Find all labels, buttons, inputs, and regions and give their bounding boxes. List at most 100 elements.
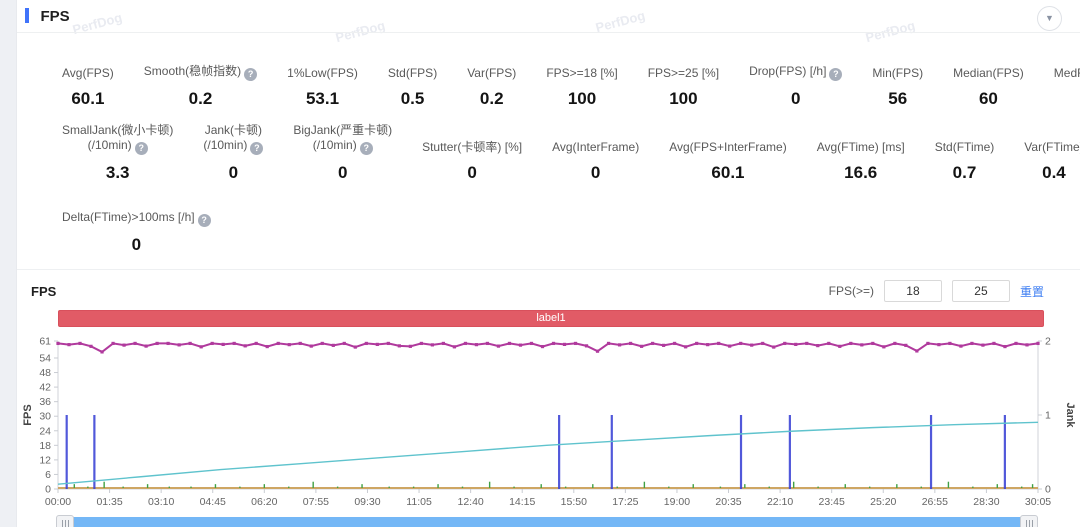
stat-label-line: Var(FPS) [467, 66, 517, 80]
collapse-button[interactable]: ▼ [1037, 6, 1062, 31]
stat-label-line: BigJank(严重卡顿) [293, 123, 393, 137]
y-right-tick: 0 [1045, 484, 1051, 496]
stat-label-line: Drop(FPS) [/h] [749, 64, 827, 78]
help-icon[interactable]: ? [250, 142, 264, 155]
stat-label-line: Var(FTime) [1024, 140, 1080, 155]
stat-label-line: Jank(卡顿) [204, 123, 263, 137]
stat-label-line: 1%Low(FPS) [287, 66, 358, 80]
stat-value: 0.4 [1042, 163, 1066, 182]
y-left-tick: 30 [39, 411, 51, 423]
stat-label: FPS>=25 [%] [648, 51, 719, 81]
x-axis-tick: 25:20 [870, 496, 896, 507]
chart-header: FPS FPS(>=) 重置 [17, 270, 1080, 308]
x-axis-tick: 15:50 [561, 496, 587, 507]
y-right-tick: 2 [1045, 336, 1051, 348]
y-left-tick: 6 [45, 469, 51, 481]
fps-jank-chart[interactable]: 06121824303642485461012FPS Jank00:00 01:35… [17, 333, 1080, 509]
y-left-tick: 24 [39, 425, 51, 437]
chevron-down-icon: ▼ [1045, 13, 1054, 23]
threshold-input-1[interactable] [883, 280, 942, 302]
scrollbar-track[interactable] [58, 517, 1036, 527]
stat-label: Drop(FPS) [/h]? [749, 51, 843, 81]
stat-label-line: Delta(FTime)>100ms [/h] [62, 210, 195, 224]
stat-label-line: Std(FTime) [934, 140, 995, 154]
stat-label-line: Avg(FPS) [62, 66, 114, 81]
stat-label: Avg(FTime) [ms] [817, 125, 905, 155]
grip-icon [62, 520, 69, 527]
y-right-tick: 1 [1045, 410, 1051, 422]
stat-label: Var(FPS) [467, 51, 516, 81]
stat-label-line: Avg(InterFrame) [552, 140, 640, 154]
stat-label-line: Min(FPS) [872, 66, 924, 80]
stat-value: 0.5 [400, 89, 425, 108]
help-icon[interactable]: ? [829, 68, 843, 81]
stat-value: 60.1 [711, 163, 745, 182]
stat-label-line: (/10min)? [203, 138, 264, 155]
chart-range-scrollbar[interactable] [56, 515, 1038, 527]
stat-label-line: Avg(FTime) [ms] [816, 140, 905, 154]
stat-value: 0.2 [479, 89, 504, 108]
stat-avg-ftime-ms-: Avg(FTime) [ms] 16.6 [802, 125, 920, 183]
y-left-tick: 61 [39, 336, 51, 348]
stat-label-line: Drop(FPS) [/h]? [749, 64, 843, 81]
stat-value: 53.1 [305, 89, 340, 108]
help-icon[interactable]: ? [244, 68, 258, 81]
stat-fps-18-%-: FPS>=18 [%] 100 [531, 51, 632, 109]
y-left-tick: 0 [45, 484, 51, 496]
stat-value: 0.7 [952, 163, 977, 182]
panel-title: FPS [40, 8, 70, 25]
x-axis-tick: 09:30 [354, 496, 380, 507]
stat-label-line: (/10min)? [293, 138, 392, 155]
stat-label-line: Smooth(稳帧指数) [143, 64, 242, 78]
stats-block: Avg(FPS) 60.1 Smooth(稳帧指数)? 0.2 1%Low(FPS) 53… [17, 33, 1080, 255]
stat-label-line: MedRange(FPS)[%] [1053, 66, 1080, 80]
stat-avg-interframe-: Avg(InterFrame) 0 [537, 125, 654, 183]
stat-label-line: SmallJank(微小卡顿) [62, 123, 174, 137]
stat-value: 0 [228, 163, 239, 182]
stat-value: 0 [467, 163, 477, 182]
stat-avg-fps-interframe-: Avg(FPS+InterFrame) 60.1 [654, 125, 801, 183]
stat-label: Jank(卡顿) (/10min)? [203, 123, 264, 155]
stat-label-line: Std(FPS) [387, 66, 438, 80]
stat-label-line: MedRange(FPS)[%] [1054, 66, 1080, 81]
stat-label: SmallJank(微小卡顿) (/10min)? [62, 123, 173, 155]
stat-value: 100 [567, 89, 597, 108]
stat-label-line: Std(FTime) [935, 140, 995, 155]
stat-label-line: FPS>=25 [%] [647, 66, 720, 80]
stat-label-line: FPS>=18 [%] [546, 66, 618, 80]
stat-label-line: Std(FPS) [388, 66, 437, 81]
grip-icon [1026, 520, 1033, 527]
scrollbar-left-handle[interactable] [56, 515, 74, 527]
x-axis-tick: 06:20 [251, 496, 277, 507]
y-left-tick: 54 [39, 352, 51, 364]
help-icon[interactable]: ? [359, 142, 373, 155]
stat-label: Smooth(稳帧指数)? [143, 51, 258, 81]
stat-value: 100 [669, 89, 698, 108]
scrollbar-right-handle[interactable] [1020, 515, 1038, 527]
stat-delta-ftime-100ms-h-: Delta(FTime)>100ms [/h]? 0 [47, 197, 226, 255]
stat-label: Median(FPS) [953, 51, 1024, 81]
stat-label: FPS>=18 [%] [546, 51, 617, 81]
stat-smalljank-: SmallJank(微小卡顿) (/10min)? 3.3 [47, 123, 188, 183]
x-axis-tick: 14:15 [509, 496, 535, 507]
stat-median-fps-: Median(FPS) 60 [938, 51, 1039, 109]
stat-label: Avg(FPS) [62, 51, 114, 81]
stat-label-line: Stutter(卡顿率) [%] [422, 140, 522, 155]
y-left-tick: 42 [39, 382, 51, 394]
stat-label-line: FPS>=18 [%] [546, 66, 617, 81]
help-icon[interactable]: ? [134, 142, 148, 155]
stat-smooth-: Smooth(稳帧指数)? 0.2 [129, 51, 272, 109]
stat-label-line: Min(FPS) [872, 66, 923, 81]
y-right-axis-title: Jank [1064, 402, 1076, 428]
stats-row-1: Avg(FPS) 60.1 Smooth(稳帧指数)? 0.2 1%Low(FPS) 53… [47, 49, 1080, 109]
stat-label-line: Avg(FTime) [ms] [817, 140, 905, 155]
title-accent-bar [25, 8, 29, 23]
threshold-input-2[interactable] [951, 280, 1010, 302]
x-axis-tick: 03:10 [148, 496, 174, 507]
stat-value: 0 [131, 235, 142, 254]
x-axis-tick: 28:30 [973, 496, 999, 507]
y-left-axis-title: FPS [22, 404, 34, 425]
help-icon[interactable]: ? [197, 214, 211, 227]
stat-value: 0.2 [188, 89, 213, 108]
reset-link[interactable]: 重置 [1020, 283, 1044, 300]
